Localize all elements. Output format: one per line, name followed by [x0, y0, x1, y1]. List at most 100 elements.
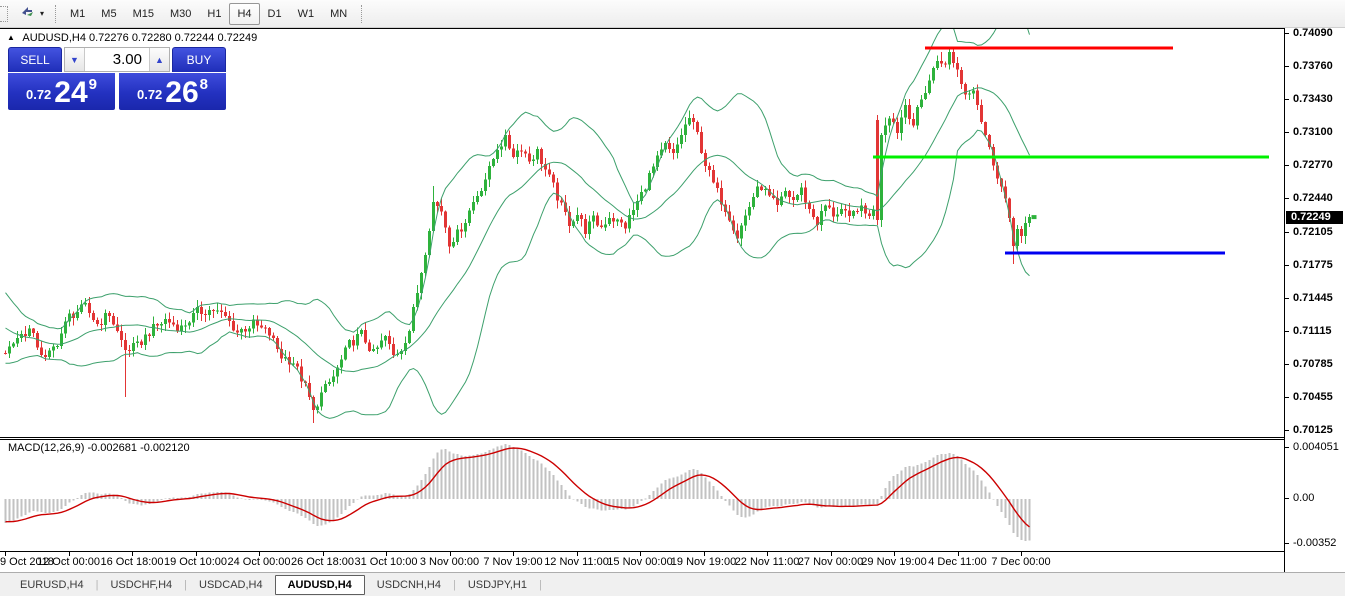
- lot-decrease-button[interactable]: ▼: [65, 48, 85, 71]
- price-axis-label: 0.70455: [1293, 391, 1333, 403]
- price-axis[interactable]: 0.740900.737600.734300.731000.727700.724…: [1284, 28, 1345, 572]
- timeframe-button-m1[interactable]: M1: [62, 3, 93, 25]
- price-axis-label: 0.73430: [1293, 93, 1333, 105]
- price-axis-label: 0.74090: [1293, 27, 1333, 39]
- chart-tab-usdcnh[interactable]: USDCNH,H4: [365, 575, 453, 595]
- buy-button[interactable]: BUY: [172, 47, 226, 72]
- buy-price-main: 26: [165, 79, 198, 107]
- tab-separator: |: [539, 579, 542, 591]
- macd-canvas[interactable]: [0, 440, 1284, 551]
- time-axis-label: 19 Oct 10:00: [164, 556, 227, 568]
- time-axis-label: 7 Nov 19:00: [483, 556, 542, 568]
- chart-tab-eurusd[interactable]: EURUSD,H4: [8, 575, 96, 595]
- timeframe-button-m5[interactable]: M5: [93, 3, 124, 25]
- time-axis-tick: [767, 552, 768, 556]
- time-axis-tick: [704, 552, 705, 556]
- time-axis-tick: [5, 552, 6, 556]
- time-axis-label: 27 Nov 00:00: [798, 556, 863, 568]
- time-axis-label: 3 Nov 00:00: [420, 556, 479, 568]
- toolbar-grip[interactable]: [55, 5, 56, 23]
- macd-axis-tick: [1285, 498, 1289, 499]
- macd-axis-tick: [1285, 543, 1289, 544]
- macd-axis-label: 0.004051: [1293, 441, 1339, 453]
- price-axis-tick: [1285, 232, 1289, 233]
- time-axis-tick: [196, 552, 197, 556]
- new-order-button[interactable]: ▾: [16, 2, 47, 25]
- time-axis-tick: [958, 552, 959, 556]
- time-axis-tick: [69, 552, 70, 556]
- time-axis-label: 7 Dec 00:00: [991, 556, 1050, 568]
- chart-tab-audusd[interactable]: AUDUSD,H4: [275, 575, 365, 595]
- price-axis-label: 0.73760: [1293, 60, 1333, 72]
- price-axis-label: 0.71445: [1293, 292, 1333, 304]
- sell-button[interactable]: SELL: [8, 47, 62, 72]
- price-axis-tick: [1285, 99, 1289, 100]
- price-axis-label: 0.70125: [1293, 424, 1333, 436]
- macd-indicator-label: MACD(12,26,9) -0.002681 -0.002120: [8, 442, 190, 454]
- time-axis-label: 26 Oct 18:00: [291, 556, 354, 568]
- price-axis-tick: [1285, 165, 1289, 166]
- time-axis-tick: [1021, 552, 1022, 556]
- time-axis-label: 22 Nov 11:00: [735, 556, 800, 568]
- time-axis-label: 24 Oct 00:00: [228, 556, 291, 568]
- chart-tab-usdjpy[interactable]: USDJPY,H1: [456, 575, 539, 595]
- macd-axis-tick: [1285, 447, 1289, 448]
- price-axis-tick: [1285, 132, 1289, 133]
- price-axis-label: 0.72105: [1293, 226, 1333, 238]
- price-axis-label: 0.71775: [1293, 259, 1333, 271]
- sell-price-main: 24: [54, 79, 87, 107]
- toolbar-clipped-button[interactable]: [0, 6, 8, 22]
- time-axis-label: 15 Nov 00:00: [607, 556, 672, 568]
- timeframe-toolbar: M1M5M15M30H1H4D1W1MN: [62, 3, 355, 25]
- time-axis-tick: [450, 552, 451, 556]
- current-price-label: 0.72249: [1286, 211, 1343, 224]
- price-axis-tick: [1285, 298, 1289, 299]
- timeframe-button-d1[interactable]: D1: [260, 3, 290, 25]
- price-axis-label: 0.73100: [1293, 126, 1333, 138]
- time-axis-tick: [386, 552, 387, 556]
- lot-increase-button[interactable]: ▲: [149, 48, 169, 71]
- macd-axis-label: 0.00: [1293, 492, 1314, 504]
- sell-price-pip: 9: [89, 76, 97, 93]
- price-axis-label: 0.72440: [1293, 192, 1333, 204]
- time-axis-label: 19 Nov 19:00: [671, 556, 736, 568]
- chart-tab-usdcad[interactable]: USDCAD,H4: [187, 575, 275, 595]
- price-axis-tick: [1285, 397, 1289, 398]
- buy-price-prefix: 0.72: [137, 87, 162, 102]
- sell-price-prefix: 0.72: [26, 87, 51, 102]
- toolbar-grip[interactable]: [361, 5, 362, 23]
- lot-size-input[interactable]: [85, 48, 149, 71]
- timeframe-button-m30[interactable]: M30: [162, 3, 199, 25]
- timeframe-button-m15[interactable]: M15: [125, 3, 162, 25]
- timeframe-button-w1[interactable]: W1: [290, 3, 323, 25]
- collapse-panel-icon[interactable]: ▲: [7, 33, 15, 42]
- chart-tab-usdchf[interactable]: USDCHF,H4: [98, 575, 184, 595]
- chart-tab-bar: EURUSD,H4|USDCHF,H4|USDCAD,H4AUDUSD,H4US…: [0, 572, 1345, 596]
- time-axis-tick: [640, 552, 641, 556]
- price-axis-tick: [1285, 66, 1289, 67]
- price-axis-label: 0.70785: [1293, 358, 1333, 370]
- chart-title-text: AUDUSD,H4 0.72276 0.72280 0.72244 0.7224…: [22, 32, 257, 44]
- price-axis-tick: [1285, 364, 1289, 365]
- time-axis-label: 29 Nov 19:00: [861, 556, 926, 568]
- buy-price-pip: 8: [200, 76, 208, 93]
- price-axis-tick: [1285, 331, 1289, 332]
- price-axis-tick: [1285, 33, 1289, 34]
- price-axis-tick: [1285, 198, 1289, 199]
- time-axis-tick: [513, 552, 514, 556]
- time-axis-tick: [831, 552, 832, 556]
- chevron-down-icon: ▾: [40, 9, 44, 18]
- time-axis-label: 4 Dec 11:00: [928, 556, 987, 568]
- time-axis-tick: [323, 552, 324, 556]
- timeframe-button-mn[interactable]: MN: [322, 3, 355, 25]
- time-axis[interactable]: 9 Oct 201812 Oct 00:0016 Oct 18:0019 Oct…: [0, 552, 1284, 572]
- price-axis-tick: [1285, 265, 1289, 266]
- timeframe-button-h1[interactable]: H1: [199, 3, 229, 25]
- timeframe-button-h4[interactable]: H4: [229, 3, 259, 25]
- sell-price-display[interactable]: 0.72 24 9: [8, 73, 115, 110]
- time-axis-tick: [259, 552, 260, 556]
- price-axis-label: 0.71115: [1293, 325, 1332, 337]
- time-axis-tick: [132, 552, 133, 556]
- mt4-window: ▾ M1M5M15M30H1H4D1W1MN ▲ AUDUSD,H4 0.722…: [0, 0, 1345, 596]
- buy-price-display[interactable]: 0.72 26 8: [119, 73, 226, 110]
